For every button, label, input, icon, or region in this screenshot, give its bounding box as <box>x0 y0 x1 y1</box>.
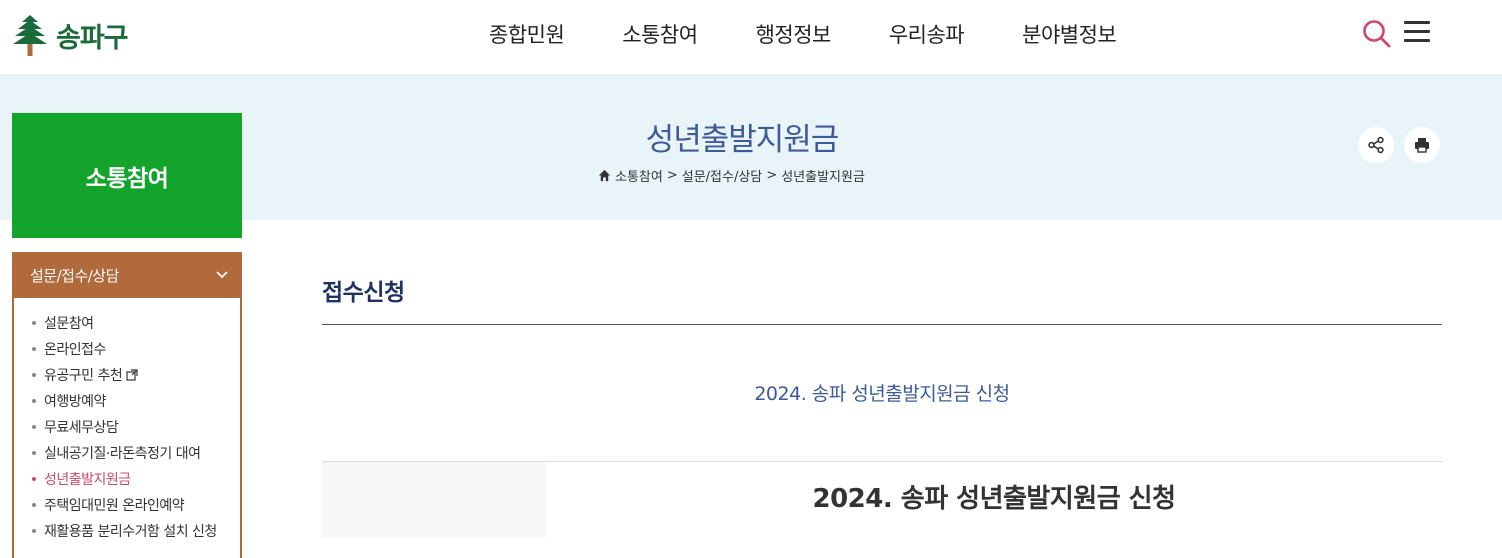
bullet <box>32 503 36 507</box>
page-title: 성년출발지원금 <box>645 122 840 158</box>
breadcrumb-item-current: 성년출발지원금 <box>781 170 865 185</box>
bullet <box>32 425 36 429</box>
divider <box>322 324 1442 325</box>
sidebar-item-label: 여행방예약 <box>44 394 106 410</box>
bullet <box>32 373 36 377</box>
hamburger-line <box>1404 30 1430 33</box>
content-title: 접수신청 <box>322 280 405 306</box>
sidebar-item-label: 온라인접수 <box>44 342 106 358</box>
pine-tree-logo-icon <box>13 15 47 56</box>
section-title: 소통참여 <box>85 165 169 192</box>
chevron-down-icon <box>216 271 228 279</box>
sidebar-item-survey[interactable]: 설문참여 <box>14 310 240 336</box>
print-icon <box>1415 138 1429 153</box>
share-button[interactable] <box>1358 127 1394 163</box>
sidebar-item-label: 실내공기질·라돈측정기 대여 <box>44 446 201 462</box>
bullet <box>32 477 36 481</box>
site-logo[interactable]: 송파구 <box>12 12 129 58</box>
home-icon[interactable] <box>598 169 611 182</box>
sidebar-item-online-apply[interactable]: 온라인접수 <box>14 336 240 362</box>
table-title: 2024. 송파 성년출발지원금 신청 <box>812 484 1176 514</box>
site-header: 송파구 종합민원 소통참여 행정정보 우리송파 분야별정보 <box>0 0 1502 74</box>
page-title-wrap: 성년출발지원금 <box>242 114 1242 159</box>
breadcrumb-separator: > <box>766 168 778 183</box>
nav-item-field-info[interactable]: 분야별정보 <box>1022 19 1117 49</box>
sidebar-item-label: 재활용품 분리수거함 설치 신청 <box>44 524 217 540</box>
sidebar-item-recycle-bin[interactable]: 재활용품 분리수거함 설치 신청 <box>14 518 240 544</box>
breadcrumb: 소통참여 > 설문/접수/상담 > 성년출발지원금 <box>598 166 865 185</box>
hamburger-menu-button[interactable] <box>1404 21 1432 47</box>
main-nav: 종합민원 소통참여 행정정보 우리송파 분야별정보 <box>460 0 1145 68</box>
section-title-box: 소통참여 <box>12 113 242 238</box>
print-button[interactable] <box>1404 127 1440 163</box>
bullet <box>32 321 36 325</box>
bullet <box>32 451 36 455</box>
nav-item-administration[interactable]: 행정정보 <box>756 19 832 49</box>
logo-text: 송파구 <box>56 22 129 54</box>
sidebar-item-travel-room[interactable]: 여행방예약 <box>14 388 240 414</box>
hamburger-menu-icon <box>1404 21 1430 24</box>
search-icon <box>1363 20 1391 48</box>
sidebar-item-merit-citizen[interactable]: 유공구민 추천 <box>14 362 240 388</box>
bullet <box>32 529 36 533</box>
sidebar-item-housing-lease[interactable]: 주택임대민원 온라인예약 <box>14 492 240 518</box>
breadcrumb-item-participation[interactable]: 소통참여 <box>615 166 663 185</box>
nav-item-participation[interactable]: 소통참여 <box>622 19 698 49</box>
table-left-cell <box>322 462 546 538</box>
sidebar-item-label: 성년출발지원금 <box>44 472 131 488</box>
content-subtitle: 2024. 송파 성년출발지원금 신청 <box>754 383 1010 405</box>
nav-item-our-songpa[interactable]: 우리송파 <box>889 19 965 49</box>
sidebar-item-tax-consult[interactable]: 무료세무상담 <box>14 414 240 440</box>
search-button[interactable] <box>1362 19 1392 49</box>
breadcrumb-item-survey[interactable]: 설문/접수/상담 <box>682 166 763 185</box>
sidebar-heading: 설문/접수/상담 <box>30 266 119 285</box>
sidebar-menu: 설문참여 온라인접수 유공구민 추천 여행방예약 무료세무상담 실내공기질·라돈… <box>12 298 242 558</box>
sidebar-item-label: 설문참여 <box>44 316 94 332</box>
external-link-icon <box>126 369 138 381</box>
sidebar-item-adult-start-fund[interactable]: 성년출발지원금 <box>14 466 240 492</box>
nav-item-civil-service[interactable]: 종합민원 <box>489 19 565 49</box>
bullet <box>32 347 36 351</box>
hamburger-line <box>1404 39 1430 42</box>
sidebar-item-label: 주택임대민원 온라인예약 <box>44 498 185 514</box>
sidebar-item-label: 무료세무상담 <box>44 420 119 436</box>
share-icon <box>1368 136 1384 154</box>
sidebar-item-label: 유공구민 추천 <box>44 368 123 384</box>
sidebar-section-toggle[interactable]: 설문/접수/상담 <box>12 252 242 298</box>
sidebar-item-radon-meter[interactable]: 실내공기질·라돈측정기 대여 <box>14 440 240 466</box>
breadcrumb-separator: > <box>666 168 678 183</box>
bullet <box>32 399 36 403</box>
